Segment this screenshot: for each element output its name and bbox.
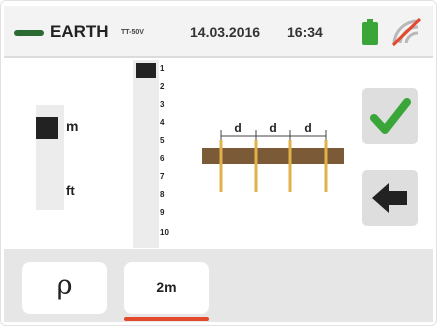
spacing-label: d — [304, 121, 311, 135]
mode-indicator-icon — [14, 30, 44, 36]
battery-icon — [362, 19, 378, 45]
back-button[interactable] — [362, 170, 418, 226]
tab-resistivity-label: ρ — [56, 270, 73, 301]
spacing-label: d — [234, 121, 241, 135]
distance-selector-marker[interactable] — [136, 63, 156, 78]
distance-option[interactable]: 5 — [160, 136, 164, 146]
unit-option-ft[interactable]: ft — [66, 183, 75, 198]
date-display: 14.03.2016 — [190, 24, 261, 40]
active-tab-indicator — [124, 317, 209, 321]
unit-option-m[interactable]: m — [66, 118, 78, 134]
distance-selector-track[interactable] — [133, 60, 159, 248]
earth-stakes-diagram: d d d — [202, 121, 344, 192]
distance-option[interactable]: 1 — [160, 64, 164, 74]
distance-option[interactable]: 7 — [160, 172, 164, 182]
distance-option[interactable]: 3 — [160, 100, 164, 110]
distance-option[interactable]: 4 — [160, 118, 164, 128]
confirm-button[interactable] — [362, 88, 418, 144]
distance-option[interactable]: 10 — [160, 228, 169, 238]
distance-option[interactable]: 8 — [160, 190, 164, 200]
tab-distance-label: 2m — [156, 279, 177, 295]
time-display: 16:34 — [287, 24, 323, 40]
arrow-left-icon — [372, 183, 407, 213]
distance-option[interactable]: 2 — [160, 82, 164, 92]
mode-title: EARTH — [50, 22, 109, 41]
mode-subtitle: TT-50V — [121, 29, 144, 36]
unit-selector-marker[interactable] — [36, 117, 58, 139]
spacing-label: d — [269, 121, 276, 135]
distance-option[interactable]: 6 — [160, 154, 164, 164]
distance-option[interactable]: 9 — [160, 208, 164, 218]
rf-disabled-icon — [391, 17, 422, 47]
checkmark-icon — [370, 98, 411, 134]
